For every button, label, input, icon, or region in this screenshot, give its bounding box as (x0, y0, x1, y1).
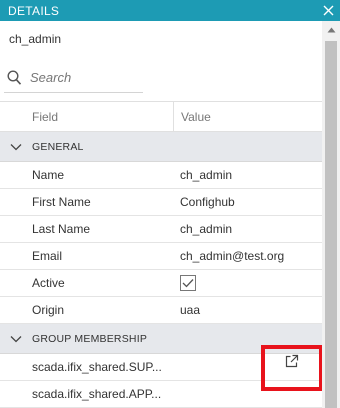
table-row: Origin uaa (0, 297, 322, 324)
field-label: First Name (32, 195, 91, 209)
group-general[interactable]: GENERAL (0, 132, 322, 162)
scrollbar-thumb[interactable] (325, 41, 337, 408)
table-row: Name ch_admin (0, 162, 322, 189)
scroll-up-arrow-icon[interactable] (322, 27, 340, 37)
field-value: ch_admin@test.org (180, 249, 285, 263)
value-column-header[interactable]: Value (174, 110, 211, 124)
field-label: Last Name (32, 222, 91, 236)
group-title: GROUP MEMBERSHIP (32, 332, 148, 345)
field-label: Active (32, 276, 65, 290)
panel-title: DETAILS (8, 3, 60, 18)
details-content: ch_admin Field Value GENERAL Name ch_adm… (0, 21, 322, 408)
details-titlebar: DETAILS (0, 0, 340, 21)
field-label: Origin (32, 303, 65, 317)
scrollbar[interactable] (322, 21, 340, 408)
search-input[interactable] (30, 70, 130, 85)
field-label: Email (32, 249, 63, 263)
field-label: Name (32, 168, 65, 182)
chevron-down-icon[interactable] (0, 143, 32, 151)
checkmark-icon (182, 279, 194, 288)
field-value: ch_admin (180, 222, 233, 236)
active-checkbox-cell (180, 275, 196, 291)
close-icon[interactable] (323, 4, 334, 18)
search-box (4, 63, 143, 93)
active-checkbox[interactable] (180, 275, 196, 291)
table-row: First Name Confighub (0, 189, 322, 216)
details-grid: Field Value GENERAL Name ch_admin First … (0, 101, 322, 408)
search-icon (7, 69, 22, 85)
table-row: Active (0, 270, 322, 297)
grid-header: Field Value (0, 101, 322, 132)
chevron-down-icon[interactable] (0, 335, 32, 343)
field-value: ch_admin (180, 168, 233, 182)
field-value: uaa (180, 303, 201, 317)
field-column-header[interactable]: Field (0, 102, 174, 131)
external-link-highlight (261, 345, 322, 391)
user-name: ch_admin (9, 32, 62, 46)
table-row: Last Name ch_admin (0, 216, 322, 243)
field-value: Confighub (180, 195, 235, 209)
group-title: GENERAL (32, 140, 84, 153)
table-row: Email ch_admin@test.org (0, 243, 322, 270)
external-link-icon[interactable] (285, 354, 299, 373)
